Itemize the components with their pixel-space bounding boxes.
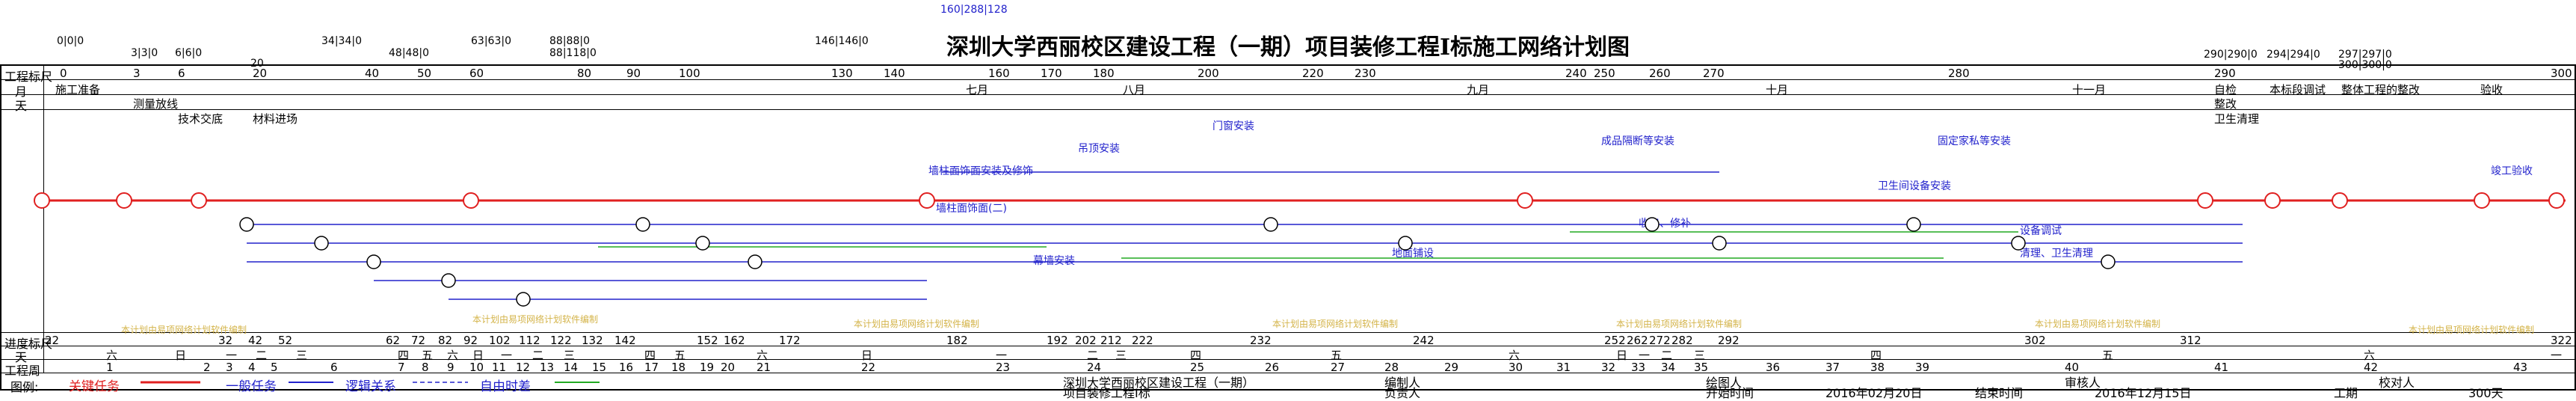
node (635, 217, 650, 232)
node (34, 192, 50, 209)
node (1517, 192, 1533, 209)
node (1263, 217, 1278, 232)
node (191, 192, 207, 209)
node (2011, 236, 2026, 251)
node (516, 292, 531, 307)
node (2101, 254, 2116, 269)
node (239, 217, 254, 232)
normal-task-lines (247, 171, 2243, 300)
node (748, 254, 762, 269)
node (1712, 236, 1727, 251)
node (314, 236, 329, 251)
node (463, 192, 479, 209)
node (2474, 192, 2490, 209)
node (366, 254, 381, 269)
node (441, 273, 456, 288)
node (1398, 236, 1413, 251)
network-diagram (34, 171, 2566, 384)
float-lines (598, 231, 2018, 259)
node (1906, 217, 1921, 232)
node (695, 236, 710, 251)
node (2197, 192, 2213, 209)
node (1645, 217, 1660, 232)
node (2332, 192, 2348, 209)
node (919, 192, 935, 209)
node (116, 192, 132, 209)
node (2264, 192, 2281, 209)
node (2548, 192, 2565, 209)
